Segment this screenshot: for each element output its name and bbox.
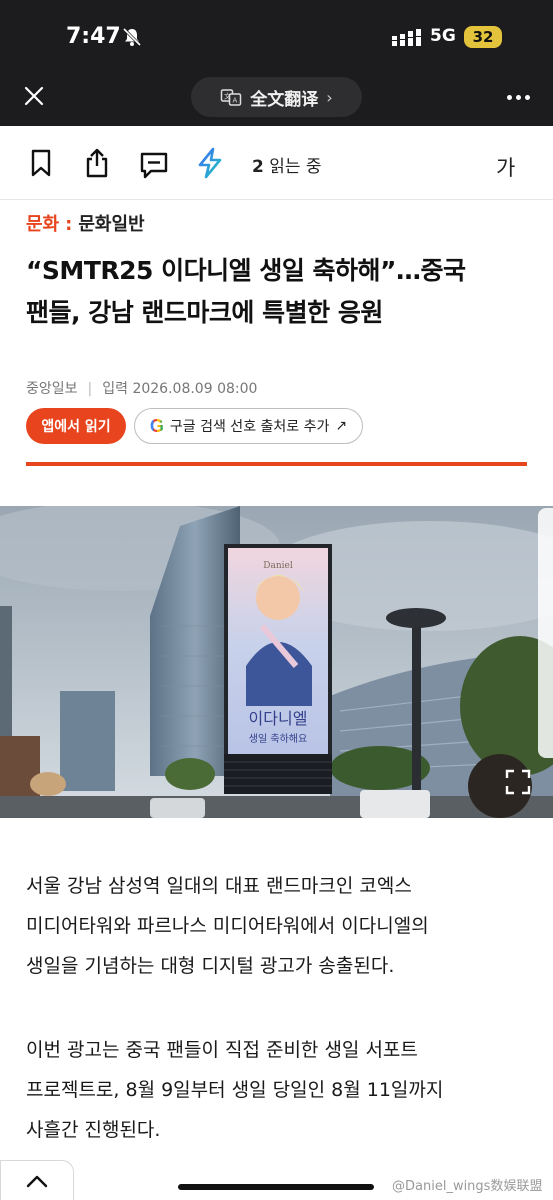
paragraph-line: 서울 강남 삼성역 일대의 대표 랜드마크인 코엑스 — [26, 875, 412, 897]
more-button[interactable] — [500, 84, 536, 110]
article-photo[interactable]: Daniel 이다니엘 생일 축하해요 — [0, 506, 553, 818]
paragraph-line: 프로젝트로, 8월 9일부터 생일 당일인 8월 11일까지 — [26, 1079, 444, 1101]
paragraph-line: 이번 광고는 중국 팬들이 직접 준비한 생일 서포트 — [26, 1039, 418, 1061]
expand-photo-button[interactable] — [504, 768, 532, 796]
close-icon — [24, 86, 44, 106]
chevron-right-icon: › — [326, 87, 333, 107]
google-icon: G — [149, 415, 164, 436]
bookmark-button[interactable] — [26, 148, 56, 178]
svg-text:文: 文 — [224, 92, 231, 101]
readers-count: 2 읽는 중 — [252, 152, 322, 177]
google-button-label: 구글 검색 선호 출처로 추가 — [169, 419, 330, 435]
scroll-top-button[interactable] — [0, 1160, 74, 1200]
paragraph-line: 생일을 기념하는 대형 디지털 광고가 송출된다. — [26, 955, 395, 977]
article-byline: 중앙일보 | 입력 2026.08.09 08:00 — [26, 378, 257, 398]
article-headline: “SMTR25 이다니엘 생일 축하해”…중국 팬들, 강남 랜드마크에 특별한… — [26, 250, 531, 334]
article-paragraph: 서울 강남 삼성역 일대의 대표 랜드마크인 코엑스 미디어타워와 파르나스 미… — [26, 866, 531, 986]
published-date: 입력 2026.08.09 08:00 — [102, 381, 258, 397]
paragraph-line: 사흘간 진행된다. — [26, 1119, 161, 1141]
more-dot — [524, 94, 530, 100]
expand-icon — [505, 769, 531, 795]
section-main-link[interactable]: 문화 — [26, 214, 59, 235]
billboard-brand: Daniel — [263, 561, 293, 571]
billboard-text-line1: 이다니엘 — [249, 709, 308, 728]
signal-icon — [392, 29, 421, 46]
translate-label: 全文翻译 — [250, 89, 319, 110]
font-size-button[interactable]: 가 — [496, 152, 515, 182]
share-button[interactable] — [82, 148, 112, 178]
comment-button[interactable] — [139, 150, 169, 180]
more-dot — [515, 94, 521, 100]
close-button[interactable] — [18, 80, 50, 112]
bookmark-icon — [31, 149, 51, 177]
ai-summary-button[interactable] — [195, 147, 225, 179]
bell-off-icon — [122, 27, 142, 47]
google-preferred-source-button[interactable]: G 구글 검색 선호 출처로 추가 ↗ — [134, 408, 363, 444]
ai-spark-icon — [198, 147, 222, 179]
readers-suffix: 읽는 중 — [263, 157, 322, 177]
watermark: @Daniel_wings数娱联盟 — [392, 1179, 543, 1194]
byline-separator: | — [87, 381, 93, 397]
chevron-up-icon — [26, 1175, 48, 1187]
billboard-text-line2: 생일 축하해요 — [249, 732, 307, 745]
more-dot — [506, 94, 512, 100]
article-paragraph: 이번 광고는 중국 팬들이 직접 준비한 생일 서포트 프로젝트로, 8월 9일… — [26, 1030, 531, 1150]
readers-number: 2 — [252, 157, 264, 177]
comment-icon — [140, 152, 168, 179]
source-name: 중앙일보 — [26, 381, 78, 397]
section-sub-link[interactable]: 문화일반 — [78, 214, 144, 235]
section-breadcrumb: 문화: 문화일반 — [26, 210, 145, 236]
section-separator: : — [65, 214, 73, 235]
browser-chrome: 7:47 5G 32 文 A 全文翻译 › — [0, 0, 553, 126]
status-time: 7:47 — [66, 24, 121, 49]
share-icon — [86, 148, 108, 178]
headline-line: “SMTR25 이다니엘 생일 축하해”…중국 — [26, 256, 466, 285]
svg-text:A: A — [233, 97, 238, 105]
open-in-app-button[interactable]: 앱에서 읽기 — [26, 408, 126, 444]
home-indicator[interactable] — [178, 1184, 374, 1190]
translate-button[interactable]: 文 A 全文翻译 › — [191, 77, 362, 117]
external-arrow-icon: ↗ — [335, 418, 348, 434]
translate-icon: 文 A — [221, 89, 242, 106]
paragraph-line: 미디어타워와 파르나스 미디어타워에서 이다니엘의 — [26, 915, 429, 937]
photo-side-handle[interactable] — [538, 508, 553, 758]
battery-indicator: 32 — [464, 26, 502, 48]
accent-divider — [26, 462, 527, 466]
photo-illustration: Daniel 이다니엘 생일 축하해요 — [0, 506, 553, 818]
network-type: 5G — [430, 26, 456, 46]
headline-line: 팬들, 강남 랜드마크에 특별한 응원 — [26, 298, 383, 327]
